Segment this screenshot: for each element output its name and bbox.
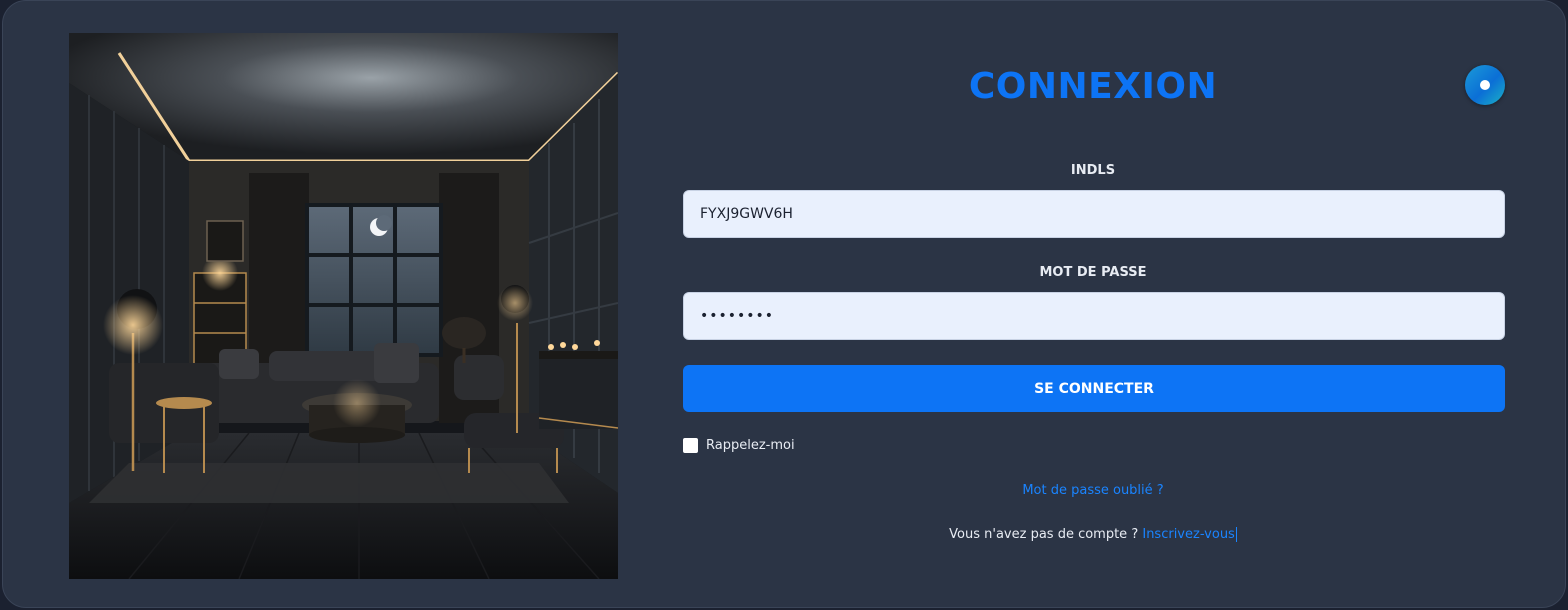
password-input[interactable] — [683, 292, 1505, 340]
signup-link[interactable]: Inscrivez-vous — [1142, 527, 1237, 542]
toggle-knob — [1480, 80, 1490, 90]
username-label: INDLS — [1070, 163, 1116, 178]
signup-row: Vous n'avez pas de compte ? Inscrivez-vo… — [681, 527, 1505, 542]
remember-checkbox[interactable] — [683, 438, 698, 453]
username-input[interactable] — [683, 190, 1505, 238]
login-card: CONNEXION INDLS MOT DE PASSE SE CONNECTE… — [2, 0, 1566, 608]
signup-prompt: Vous n'avez pas de compte ? — [949, 527, 1139, 542]
login-button[interactable]: SE CONNECTER — [683, 365, 1505, 412]
page-title: CONNEXION — [968, 66, 1218, 107]
remember-label: Rappelez-moi — [706, 438, 795, 453]
remember-me: Rappelez-moi — [683, 438, 795, 453]
living-room-illustration — [69, 33, 618, 579]
forgot-password-link[interactable]: Mot de passe oublié ? — [681, 483, 1505, 498]
theme-toggle-icon[interactable] — [1465, 65, 1505, 105]
password-label: MOT DE PASSE — [1039, 265, 1147, 280]
